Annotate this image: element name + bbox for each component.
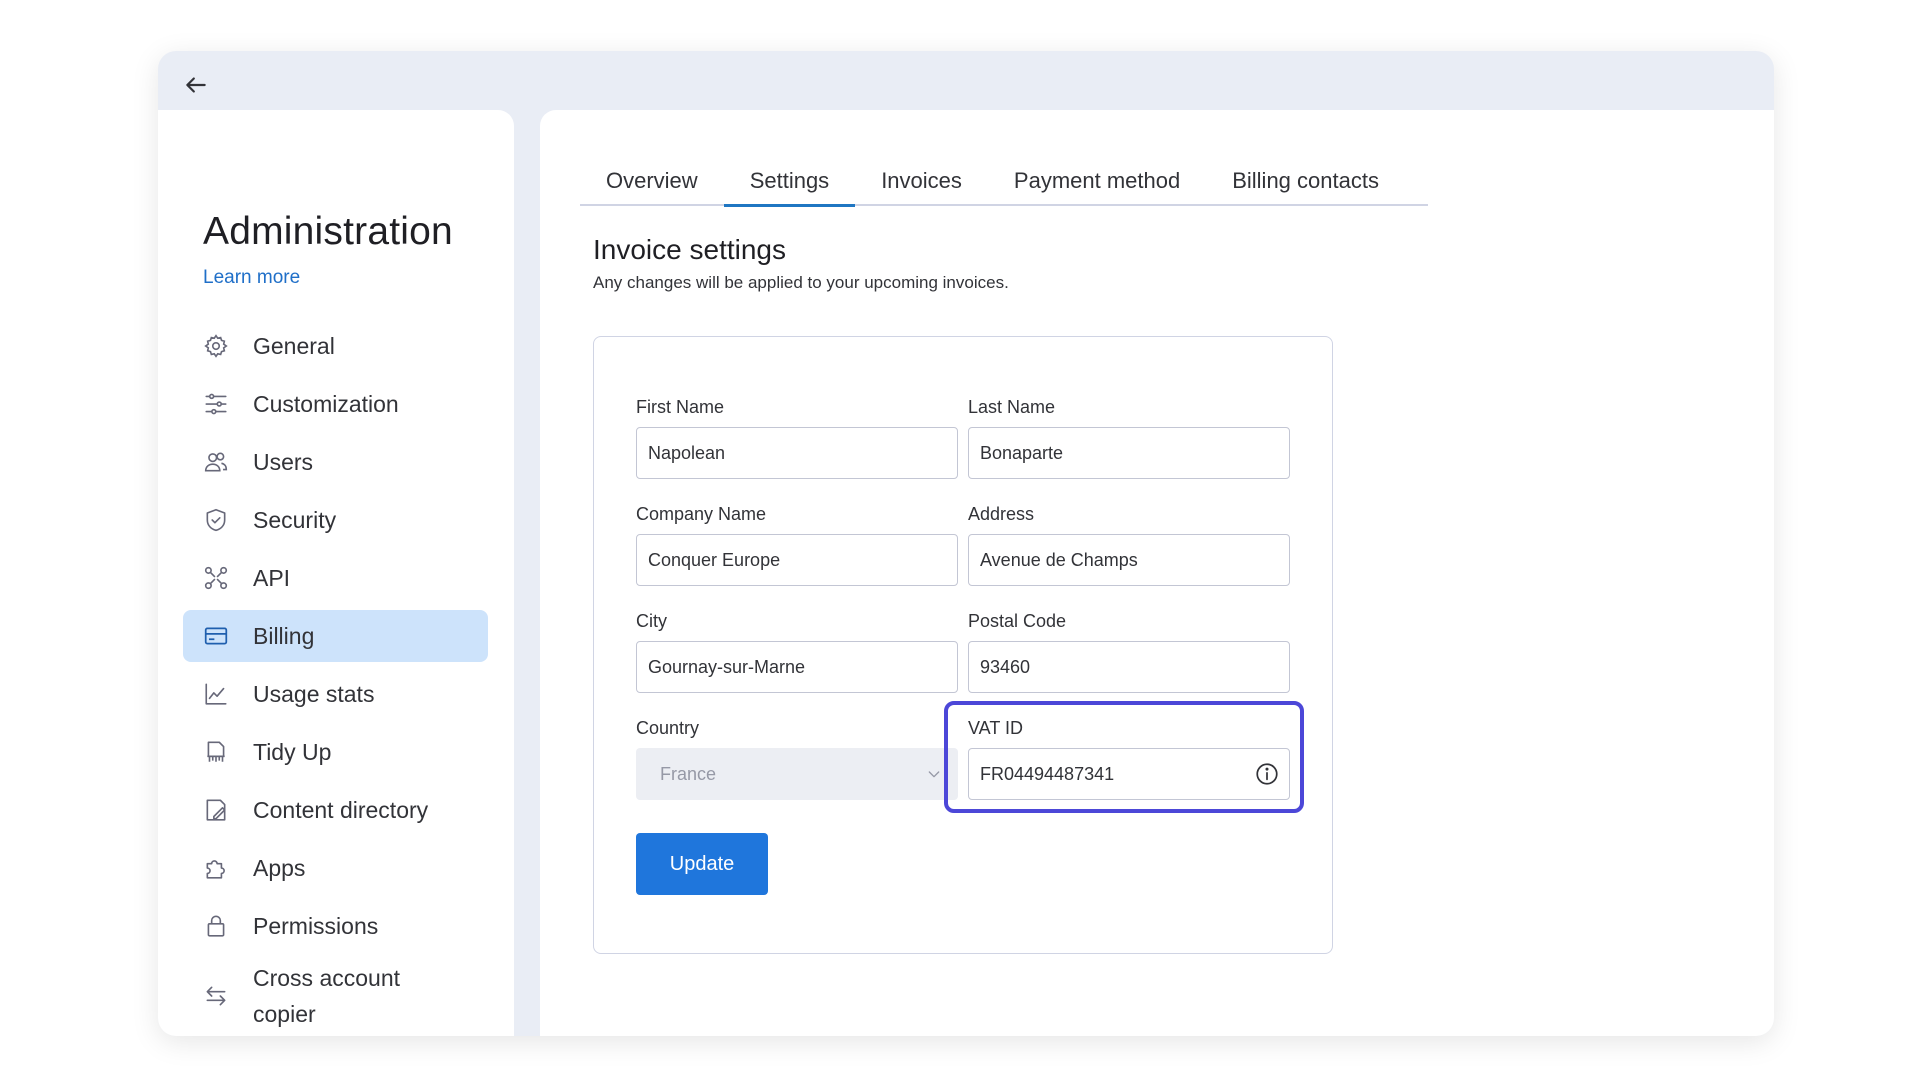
sidebar-item-customization[interactable]: Customization [183, 378, 488, 430]
postal-code-label: Postal Code [968, 611, 1067, 631]
sliders-icon [201, 389, 231, 419]
first-name-label: First Name [636, 397, 725, 417]
puzzle-icon [201, 853, 231, 883]
postal-code-field-group: Postal Code [968, 611, 1290, 693]
last-name-field-group: Last Name [968, 397, 1290, 479]
sidebar-item-label: API [253, 565, 291, 591]
company-name-label: Company Name [636, 504, 767, 524]
city-field-group: City [636, 611, 958, 693]
country-select[interactable]: France [636, 748, 958, 800]
arrows-swap-icon [201, 981, 231, 1011]
first-name-input[interactable] [636, 427, 958, 479]
first-name-field-group: First Name [636, 397, 958, 479]
chevron-down-icon [928, 771, 940, 778]
company-name-input[interactable] [636, 534, 958, 586]
sidebar-item-label: Cross account copier [253, 965, 401, 1027]
last-name-label: Last Name [968, 397, 1056, 417]
tab-settings[interactable]: Settings [723, 162, 856, 207]
sidebar-item-label: Usage stats [253, 681, 375, 707]
sidebar-item-apps[interactable]: Apps [183, 842, 488, 894]
sidebar-title: Administration [203, 210, 453, 253]
sidebar-item-label: Security [253, 507, 337, 533]
sidebar-item-security[interactable]: Security [183, 494, 488, 546]
address-label: Address [968, 504, 1035, 524]
country-label: Country [636, 718, 700, 738]
sidebar-item-billing[interactable]: Billing [183, 610, 488, 662]
sidebar-item-api[interactable]: API [183, 552, 488, 604]
sidebar-nav: General Customization Users Security API… [183, 320, 488, 1036]
section-title: Invoice settings [593, 234, 786, 265]
address-field-group: Address [968, 504, 1290, 586]
info-icon[interactable] [1254, 761, 1280, 787]
sidebar-item-label: Users [253, 449, 314, 475]
sidebar-item-permissions[interactable]: Permissions [183, 900, 488, 952]
document-icon [201, 795, 231, 825]
tab-billing-contacts[interactable]: Billing contacts [1206, 162, 1405, 204]
sidebar-item-label: Billing [253, 623, 315, 649]
sidebar-item-general[interactable]: General [183, 320, 488, 372]
company-name-field-group: Company Name [636, 504, 958, 586]
country-field-group: Country France [636, 718, 958, 800]
section-subtitle: Any changes will be applied to your upco… [593, 273, 1009, 292]
last-name-input[interactable] [968, 427, 1290, 479]
tab-bar: Overview Settings Invoices Payment metho… [580, 162, 1428, 207]
city-label: City [636, 611, 667, 631]
chart-icon [201, 679, 231, 709]
credit-card-icon [201, 621, 231, 651]
shield-icon [201, 505, 231, 535]
postal-code-input[interactable] [968, 641, 1290, 693]
vat-id-input[interactable] [968, 748, 1290, 800]
sidebar-item-cross-account-copier[interactable]: Cross account copier [183, 958, 488, 1034]
sidebar-item-label: General [253, 333, 335, 359]
gear-icon [201, 331, 231, 361]
back-button[interactable] [178, 67, 214, 103]
sidebar-item-usage-stats[interactable]: Usage stats [183, 668, 488, 720]
vat-id-field-group: VAT ID [968, 718, 1290, 800]
learn-more-link[interactable]: Learn more [203, 267, 300, 289]
tab-overview[interactable]: Overview [580, 162, 724, 204]
api-icon [201, 563, 231, 593]
country-select-value: France [660, 763, 717, 784]
address-input[interactable] [968, 534, 1290, 586]
tab-payment-method[interactable]: Payment method [988, 162, 1206, 204]
city-input[interactable] [636, 641, 958, 693]
users-icon [201, 447, 231, 477]
lock-icon [201, 911, 231, 941]
sidebar-item-users[interactable]: Users [183, 436, 488, 488]
sidebar-item-label: Customization [253, 391, 399, 417]
admin-window: Administration Learn more General Custom… [158, 51, 1774, 1036]
invoice-settings-card: First Name Last Name Company Name Addres… [593, 336, 1333, 954]
sidebar-item-label: Content directory [253, 797, 429, 823]
main-panel: Overview Settings Invoices Payment metho… [540, 110, 1774, 1036]
sidebar-item-label: Apps [253, 855, 306, 881]
update-button[interactable]: Update [636, 833, 768, 895]
sidebar: Administration Learn more General Custom… [158, 110, 514, 1036]
sidebar-item-label: Tidy Up [253, 739, 332, 765]
sidebar-item-content-directory[interactable]: Content directory [183, 784, 488, 836]
vat-id-label: VAT ID [968, 718, 1024, 738]
tab-invoices[interactable]: Invoices [855, 162, 988, 204]
tidy-icon [201, 737, 231, 767]
arrow-left-icon [186, 77, 206, 93]
sidebar-item-tidy-up[interactable]: Tidy Up [183, 726, 488, 778]
sidebar-item-label: Permissions [253, 913, 379, 939]
